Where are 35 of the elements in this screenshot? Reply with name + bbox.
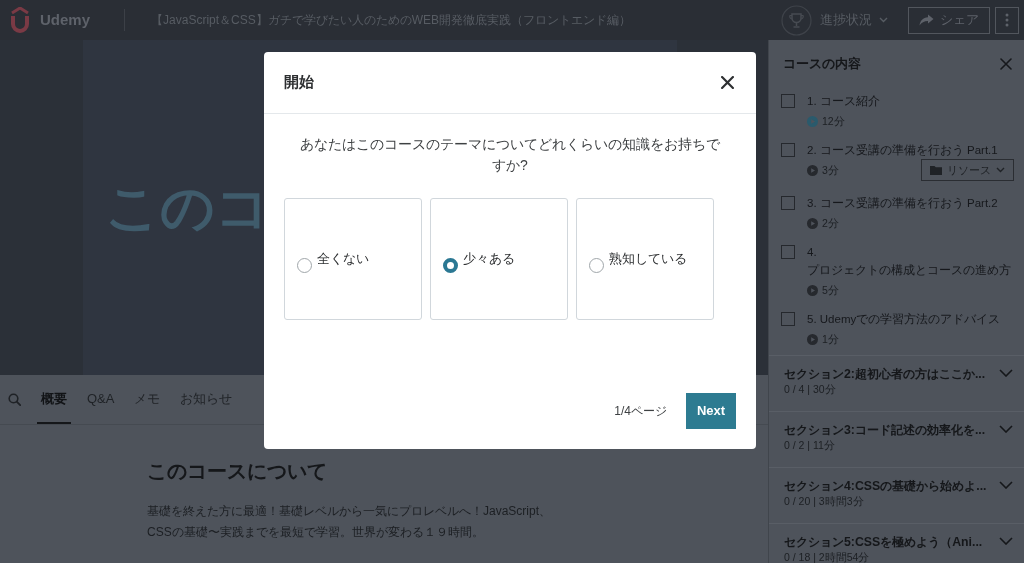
folder-icon[interactable] xyxy=(930,165,942,175)
trophy-icon[interactable] xyxy=(781,4,812,36)
logo-icon[interactable] xyxy=(8,7,32,33)
chevron-down-icon[interactable] xyxy=(999,425,1013,433)
answer-option[interactable]: 少々ある xyxy=(430,198,568,320)
chevron-down-icon[interactable] xyxy=(999,481,1013,489)
chevron-down-icon[interactable] xyxy=(999,369,1013,377)
page-indicator: 1/4ページ xyxy=(614,403,667,420)
caret-icon[interactable] xyxy=(996,167,1005,173)
checkbox[interactable] xyxy=(781,245,795,259)
section-title[interactable]: セクション3:コード記述の効率化を... xyxy=(784,421,986,439)
checkbox[interactable] xyxy=(781,94,795,108)
sidebar-title: コースの内容 xyxy=(783,55,861,74)
section-title[interactable]: セクション4:CSSの基礎から始めよ... xyxy=(784,477,987,495)
chevron-down-icon[interactable] xyxy=(999,537,1013,545)
radio-button[interactable] xyxy=(589,257,604,273)
radio-button[interactable] xyxy=(443,257,458,273)
section-title[interactable]: セクション5:CSSを極めよう（Ani... xyxy=(784,533,983,551)
checkbox[interactable] xyxy=(781,196,795,210)
answer-option[interactable]: 全くない xyxy=(284,198,422,320)
radio-button[interactable] xyxy=(297,257,312,273)
checkbox[interactable] xyxy=(781,312,795,326)
search-icon[interactable] xyxy=(8,393,21,406)
modal-title: 開始 xyxy=(284,72,314,93)
more-button[interactable] xyxy=(995,6,1019,34)
vertical-dots-icon[interactable] xyxy=(1005,13,1009,27)
answer-option[interactable]: 熟知している xyxy=(576,198,714,320)
section-title[interactable]: セクション2:超初心者の方はここか... xyxy=(784,365,986,383)
tab[interactable]: 概要 xyxy=(37,375,71,424)
next-button[interactable]: Next xyxy=(686,393,736,429)
question-text: あなたはこのコースのテーマについてどれくらいの知識をお持ちですか? xyxy=(299,135,721,175)
section-heading: このコースについて xyxy=(147,459,327,484)
caret-icon[interactable] xyxy=(879,17,888,23)
share-icon[interactable] xyxy=(919,14,934,26)
checkbox[interactable] xyxy=(781,143,795,157)
